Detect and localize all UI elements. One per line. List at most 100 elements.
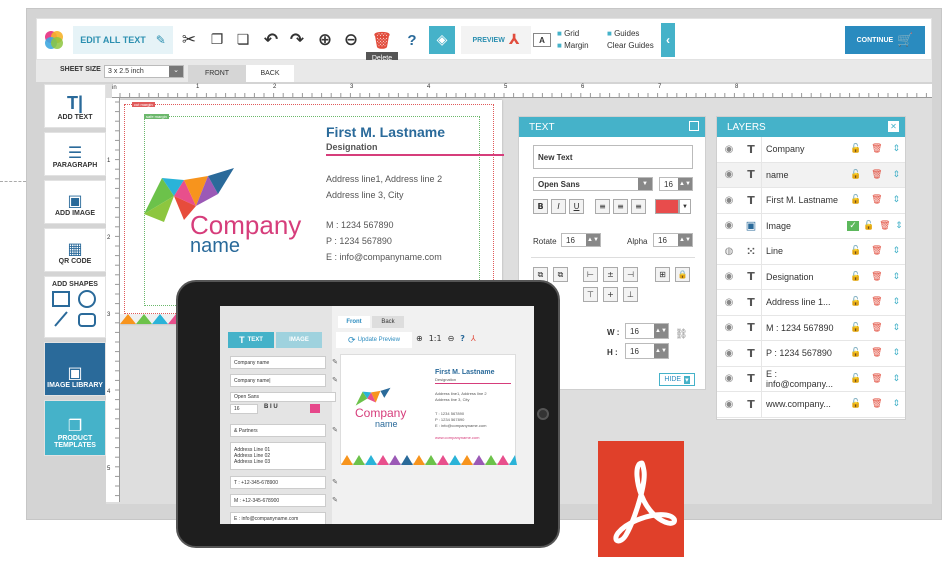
reorder-icon[interactable]: ⇕ xyxy=(892,170,900,180)
stepper-icon[interactable]: ▲▼ xyxy=(654,344,668,358)
text-value-input[interactable]: New Text xyxy=(533,145,693,169)
zoom-out-icon[interactable]: ⊖ xyxy=(448,334,455,343)
layer-row[interactable]: ◉ ▣ Image ✓ 🔓 🗑 ⇕ xyxy=(717,213,905,239)
unlock-icon[interactable]: 🔓 xyxy=(850,272,861,282)
reorder-icon[interactable]: ⇕ xyxy=(895,221,903,231)
card-divider-line[interactable] xyxy=(326,154,504,156)
product-templates-button[interactable]: ❐ PRODUCT TEMPLATES xyxy=(44,400,106,456)
align-right-button[interactable]: ≡ xyxy=(631,199,646,214)
margin-toggle[interactable]: ■ Margin xyxy=(557,40,589,52)
tab-front[interactable]: FRONT xyxy=(188,65,246,82)
paragraph-button[interactable]: ☰ PARAGRAPH xyxy=(44,132,106,176)
eye-icon[interactable]: ◉ xyxy=(717,297,741,308)
card-name[interactable]: First M. Lastname xyxy=(326,124,445,140)
trash-icon[interactable]: 🗑 xyxy=(871,374,882,384)
clear-guides-button[interactable]: Clear Guides xyxy=(607,40,654,52)
card-address-1[interactable]: Address line1, Address line 2 xyxy=(326,174,442,184)
collapse-toolbar-button[interactable]: ‹ xyxy=(661,23,675,57)
eye-icon[interactable]: ◉ xyxy=(717,373,741,384)
tablet-font-select[interactable]: Open Sans xyxy=(230,392,336,402)
eye-icon[interactable]: ◉ xyxy=(717,348,741,359)
trash-icon[interactable]: 🗑 xyxy=(871,297,882,307)
italic-button[interactable]: I xyxy=(551,199,566,214)
cut-icon[interactable]: ✂ xyxy=(177,26,201,54)
image-library-button[interactable]: ▣ IMAGE LIBRARY xyxy=(44,342,106,396)
font-family-select[interactable]: Open Sans ▼ xyxy=(533,177,653,191)
reorder-icon[interactable]: ⇕ xyxy=(892,297,900,307)
tablet-image-tab[interactable]: IMAGE xyxy=(276,332,322,348)
rotate-input[interactable]: 16 ▲▼ xyxy=(561,233,601,247)
tablet-style-buttons[interactable]: B I U xyxy=(264,404,278,410)
unlock-icon[interactable]: 🔓 xyxy=(850,323,861,333)
stepper-icon[interactable]: ▲▼ xyxy=(586,234,600,246)
trash-icon[interactable]: 🗑 xyxy=(871,246,882,256)
reorder-icon[interactable]: ⇕ xyxy=(892,323,900,333)
unlock-icon[interactable]: 🔓 xyxy=(850,374,861,384)
tablet-update-preview-button[interactable]: ⟳ Update Preview xyxy=(336,332,412,348)
shapes-icons[interactable] xyxy=(49,288,101,330)
align-top-icon[interactable]: ⊤ xyxy=(583,287,598,302)
eye-icon[interactable]: ◉ xyxy=(717,144,741,155)
trash-icon[interactable]: 🗑 xyxy=(871,272,882,282)
underline-button[interactable]: U xyxy=(569,199,584,214)
tablet-field[interactable]: T : +12-345-678900 ✎ xyxy=(230,476,338,489)
stepper-icon[interactable]: ▲▼ xyxy=(654,324,668,338)
card-phone[interactable]: P : 1234 567890 xyxy=(326,236,392,246)
eye-icon[interactable]: ◉ xyxy=(717,322,741,333)
layer-row[interactable]: ◉ Twww.company... 🔓 🗑 ⇕ xyxy=(717,392,905,418)
bold-button[interactable]: B xyxy=(533,199,548,214)
tablet-text-tab[interactable]: T TEXT xyxy=(228,332,274,348)
undo-icon[interactable]: ↶ xyxy=(259,26,283,54)
card-email[interactable]: E : info@companyname.com xyxy=(326,252,442,262)
tablet-field[interactable]: Company name ✎ xyxy=(230,356,338,369)
tablet-field[interactable]: Company name| ✎ xyxy=(230,374,338,387)
tablet-color-swatch[interactable] xyxy=(310,404,320,413)
font-size-input[interactable]: 16 ▲▼ xyxy=(659,177,693,191)
stepper-icon[interactable]: ▲▼ xyxy=(678,178,692,190)
align-right-edge-icon[interactable]: ⊣ xyxy=(623,267,638,282)
help-icon[interactable]: ? xyxy=(460,334,465,343)
eye-hidden-icon[interactable]: ◍ xyxy=(717,246,741,257)
align-left-button[interactable]: ≡ xyxy=(595,199,610,214)
tablet-field[interactable]: E : info@companyname.com xyxy=(230,512,326,524)
tab-back[interactable]: BACK xyxy=(246,65,294,82)
align-hcenter-icon[interactable]: ± xyxy=(603,267,618,282)
close-icon[interactable]: ✕ xyxy=(888,121,899,132)
link-ratio-icon[interactable]: ⛓ xyxy=(675,329,688,340)
reorder-icon[interactable]: ⇕ xyxy=(892,374,900,384)
reorder-icon[interactable]: ⇕ xyxy=(892,272,900,282)
align-bottom-icon[interactable]: ⊥ xyxy=(623,287,638,302)
alpha-input[interactable]: 16 ▲▼ xyxy=(653,233,693,247)
group-icon[interactable]: ⊞ xyxy=(655,267,670,282)
tablet-field[interactable]: & Partners ✎ xyxy=(230,424,338,437)
company-name-text[interactable]: name xyxy=(190,236,240,256)
actual-size-icon[interactable]: 1:1 xyxy=(429,334,442,343)
trash-icon[interactable]: 🗑 xyxy=(871,170,882,180)
add-text-button[interactable]: T| ADD TEXT xyxy=(44,84,106,128)
layer-row[interactable]: ◉ T M : 1234 567890 🔓 🗑 ⇕ xyxy=(717,315,905,341)
unlock-icon[interactable]: 🔓 xyxy=(850,246,861,256)
sheet-size-select[interactable]: 3 x 2.5 inch ⌄ xyxy=(104,65,184,78)
tablet-zoom-tools[interactable]: ⊕ 1:1 ⊖? ⅄ xyxy=(416,334,476,343)
delete-icon[interactable]: 🗑 xyxy=(369,26,395,54)
trash-icon[interactable]: 🗑 xyxy=(871,144,882,154)
text-box-icon[interactable]: A xyxy=(533,33,551,47)
layer-row[interactable]: ◉ T Address line 1... 🔓 🗑 ⇕ xyxy=(717,290,905,316)
tablet-tab-back[interactable]: Back xyxy=(372,316,404,328)
redo-icon[interactable]: ↷ xyxy=(285,26,309,54)
card-address-2[interactable]: Address line 3, City xyxy=(326,190,404,200)
preview-button[interactable]: PREVIEW ⅄ xyxy=(461,26,531,54)
unlock-icon[interactable]: 🔓 xyxy=(850,195,861,205)
copy-icon[interactable]: ❐ xyxy=(205,26,229,54)
zoom-in-icon[interactable]: ⊕ xyxy=(313,26,337,54)
check-icon[interactable]: ✓ xyxy=(847,220,859,231)
unlock-icon[interactable]: 🔓 xyxy=(850,170,861,180)
reorder-icon[interactable]: ⇕ xyxy=(892,195,900,205)
align-vcenter-icon[interactable]: + xyxy=(603,287,618,302)
stepper-icon[interactable]: ▲▼ xyxy=(678,234,692,246)
height-input[interactable]: 16 ▲▼ xyxy=(625,343,669,359)
pdf-icon[interactable]: ⅄ xyxy=(471,334,476,343)
help-icon[interactable]: ? xyxy=(401,26,423,54)
qr-code-button[interactable]: ▦ QR CODE xyxy=(44,228,106,272)
chevron-down-icon[interactable]: ▼ xyxy=(679,199,691,214)
